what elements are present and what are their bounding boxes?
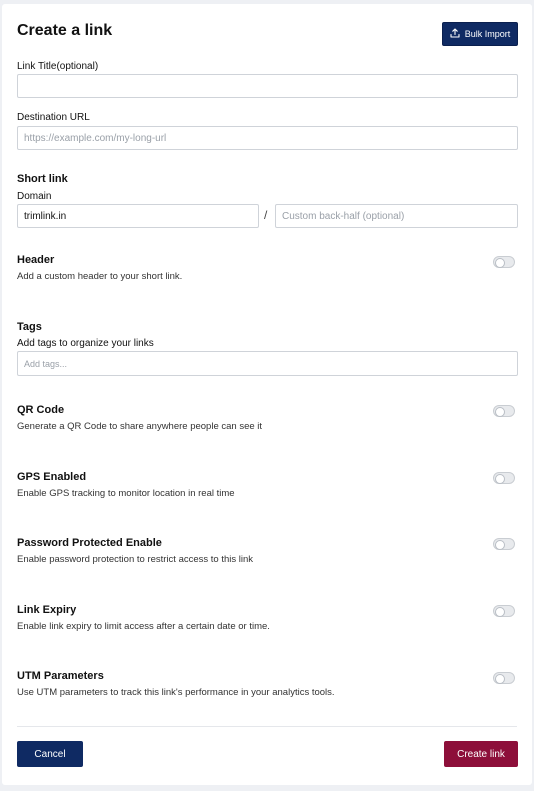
header-toggle[interactable] <box>493 256 515 268</box>
short-link-heading: Short link <box>17 173 68 185</box>
page-title: Create a link <box>17 22 113 39</box>
toggle-knob <box>495 607 505 617</box>
link-expiry-toggle[interactable] <box>493 605 515 617</box>
header-section-description: Add a custom header to your short link. <box>17 271 183 282</box>
password-title: Password Protected Enable <box>17 537 162 549</box>
cancel-button[interactable]: Cancel <box>17 741 83 767</box>
tags-title: Tags <box>17 321 42 333</box>
password-toggle[interactable] <box>493 538 515 550</box>
bulk-import-label: Bulk Import <box>464 29 511 39</box>
password-description: Enable password protection to restrict a… <box>17 554 254 565</box>
create-link-button[interactable]: Create link <box>444 741 518 767</box>
footer-divider <box>17 726 517 727</box>
link-expiry-title: Link Expiry <box>17 604 77 616</box>
header-section-title: Header <box>17 254 55 266</box>
qr-code-description: Generate a QR Code to share anywhere peo… <box>17 421 263 432</box>
create-link-card: Create a link Bulk Import Link Title(opt… <box>2 4 532 785</box>
link-expiry-description: Enable link expiry to limit access after… <box>17 621 270 632</box>
toggle-knob <box>495 540 505 550</box>
bulk-import-button[interactable]: Bulk Import <box>442 22 518 46</box>
tags-label: Add tags to organize your links <box>17 338 154 349</box>
qr-code-toggle[interactable] <box>493 405 515 417</box>
custom-backhalf-input[interactable] <box>275 204 518 228</box>
domain-label: Domain <box>17 191 52 202</box>
toggle-knob <box>495 674 505 684</box>
destination-url-input[interactable] <box>17 126 518 150</box>
qr-code-title: QR Code <box>17 404 65 416</box>
toggle-knob <box>495 474 505 484</box>
link-title-input[interactable] <box>17 74 518 98</box>
toggle-knob <box>495 407 505 417</box>
gps-title: GPS Enabled <box>17 471 87 483</box>
tags-input[interactable] <box>17 351 518 376</box>
domain-input[interactable] <box>17 204 259 228</box>
toggle-knob <box>495 258 505 268</box>
utm-toggle[interactable] <box>493 672 515 684</box>
destination-url-label: Destination URL <box>17 112 90 123</box>
upload-icon <box>450 28 460 40</box>
path-separator: / <box>264 208 268 222</box>
link-title-label: Link Title(optional) <box>17 61 99 72</box>
utm-title: UTM Parameters <box>17 670 104 682</box>
utm-description: Use UTM parameters to track this link's … <box>17 687 335 698</box>
gps-toggle[interactable] <box>493 472 515 484</box>
gps-description: Enable GPS tracking to monitor location … <box>17 488 235 499</box>
